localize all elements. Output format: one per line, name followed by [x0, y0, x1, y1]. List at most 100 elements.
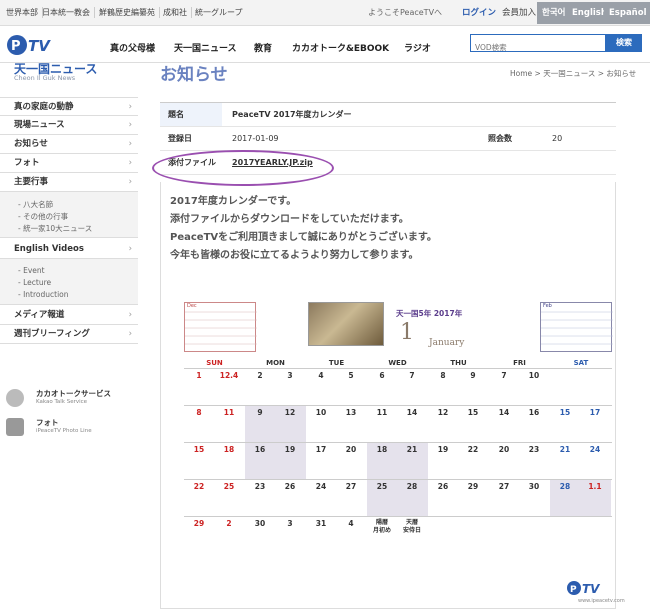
mini-calendar-prev: Dec [184, 302, 257, 352]
calendar-day: 30 [254, 519, 266, 528]
weekday-label: SUN [206, 359, 223, 367]
calendar-day: 10 [315, 408, 327, 417]
calendar-day: 27 [498, 482, 510, 491]
sidebar-submenu: - Event - Lecture - Introduction [0, 259, 138, 305]
sidebar-item[interactable]: 真の家庭の動静 › [0, 97, 138, 116]
chevron-right-icon: › [128, 310, 132, 320]
join-link[interactable]: 会員加入 [498, 2, 540, 24]
sidebar-subitem[interactable]: - Introduction [18, 290, 69, 299]
nav-radio[interactable]: ラジオ [404, 41, 431, 54]
search-input[interactable] [471, 39, 605, 56]
svg-text:P: P [570, 585, 577, 595]
weekday-label: TUE [328, 359, 345, 367]
kakao-service-link[interactable]: カカオトークサービス Kakao Talk Service [0, 385, 138, 411]
calendar-day: 22 [467, 445, 479, 454]
weekday-label: SAT [573, 359, 589, 367]
photo-service-link[interactable]: フォト iPeaceTV Photo Line [0, 414, 138, 440]
calendar-day: 9 [257, 408, 263, 417]
nav-true-parents[interactable]: 真の父母様 [110, 41, 155, 54]
calendar-day: 16 [254, 445, 266, 454]
top-link[interactable]: 鮮鶴歴史編纂苑 [99, 7, 160, 18]
calendar-photo [308, 302, 384, 346]
page: 世界本部 日本統一教会 鮮鶴歴史編纂苑 成和社 統一グループ ようこそPeace… [0, 0, 650, 609]
svg-text:TV: TV [582, 582, 601, 596]
calendar-day: 15 [559, 408, 571, 417]
sidebar-subitem[interactable]: - Lecture [18, 278, 51, 287]
body-text: 今年も皆様のお役に立てるようより努力して参ります。 [170, 250, 419, 261]
calendar-day: 22 [193, 482, 205, 491]
calendar-day: 25 [223, 482, 235, 491]
sidebar-item[interactable]: フォト › [0, 154, 138, 173]
sidebar-subitem[interactable]: - 統一家10大ニュース [18, 223, 92, 234]
weekday-label: MON [266, 359, 285, 367]
views-value: 20 [552, 134, 563, 143]
sidebar-subitem[interactable]: - その他の行事 [18, 211, 68, 222]
chevron-right-icon: › [128, 120, 132, 130]
calendar-month-number: 1 [400, 320, 414, 345]
svg-text:TV: TV [28, 37, 51, 55]
calendar-day: 7 [409, 371, 415, 380]
calendar-day: 23 [254, 482, 266, 491]
calendar-day: 31 [315, 519, 327, 528]
views-label: 照会数 [480, 127, 542, 150]
sidebar-item[interactable]: 週刊ブリーフィング › [0, 325, 138, 344]
sidebar-item[interactable]: お知らせ › [0, 135, 138, 154]
sidebar-item[interactable]: 現場ニュース › [0, 116, 138, 135]
calendar-day: 12 [284, 408, 296, 417]
calendar-day: 27 [345, 482, 357, 491]
calendar-day: 15 [467, 408, 479, 417]
calendar-day: 13 [345, 408, 357, 417]
lang-spanish[interactable]: Español [604, 2, 650, 24]
calendar-day: 天暦 安侍日 [402, 519, 421, 534]
top-link[interactable]: 統一グループ [195, 7, 243, 18]
calendar-day: 21 [559, 445, 571, 454]
chevron-right-icon: › [128, 102, 132, 112]
site-logo[interactable]: P TV [6, 31, 62, 57]
calendar-day: 12 [437, 408, 449, 417]
calendar-day: 24 [589, 445, 601, 454]
weekday-label: THU [450, 359, 467, 367]
top-link[interactable]: 成和社 [163, 7, 192, 18]
welcome-text: ようこそPeaceTVへ [368, 8, 443, 17]
date-label: 登録日 [160, 127, 222, 150]
calendar-day: 30 [528, 482, 540, 491]
search-button[interactable]: 検索 [606, 34, 642, 52]
calendar-day: 16 [528, 408, 540, 417]
login-link[interactable]: ログイン [458, 2, 500, 24]
calendar-day: 12.4 [219, 371, 239, 380]
subject-value: PeaceTV 2017年度カレンダー [232, 110, 352, 119]
chevron-right-icon: › [128, 244, 132, 254]
chevron-right-icon: › [128, 177, 132, 187]
sidebar-item[interactable]: 主要行事 › [0, 173, 138, 192]
subject-row: 題名 PeaceTV 2017年度カレンダー [160, 102, 616, 127]
calendar-month-name: January [429, 338, 465, 348]
calendar-day: 2 [226, 519, 232, 528]
nav-education[interactable]: 教育 [254, 41, 272, 54]
calendar-day: 陽暦 月初め [372, 519, 391, 534]
calendar-day: 29 [467, 482, 479, 491]
sidebar-item[interactable]: メディア報道 › [0, 306, 138, 325]
sidebar-item[interactable]: English Videos › [0, 240, 138, 259]
calendar-day: 5 [348, 371, 354, 380]
calendar-day: 11 [376, 408, 388, 417]
calendar-year-title: 天一国5年 2017年 [396, 309, 463, 318]
calendar-day: 18 [376, 445, 388, 454]
nav-kakao-ebook[interactable]: カカオトーク&EBOOK [292, 41, 389, 54]
calendar-day: 11 [223, 408, 235, 417]
calendar-day: 10 [528, 371, 540, 380]
lang-korean[interactable]: 한국어 [537, 2, 571, 24]
calendar-day: 1 [196, 371, 202, 380]
top-link[interactable]: 日本統一教会 [42, 7, 95, 18]
sidebar-subitem[interactable]: - Event [18, 266, 45, 275]
weekday-label: WED [388, 359, 407, 367]
calendar-day: 17 [589, 408, 601, 417]
sidebar-subtitle: Cheon Il Guk News [14, 74, 76, 82]
calendar-day: 14 [406, 408, 418, 417]
top-link[interactable]: 世界本部 [6, 7, 43, 18]
sidebar-subitem[interactable]: - 八大名節 [18, 199, 53, 210]
calendar-day: 26 [437, 482, 449, 491]
calendar-day: 24 [315, 482, 327, 491]
kakao-icon [6, 389, 24, 407]
nav-news[interactable]: 天一国ニュース [174, 41, 237, 54]
calendar-day: 6 [379, 371, 385, 380]
